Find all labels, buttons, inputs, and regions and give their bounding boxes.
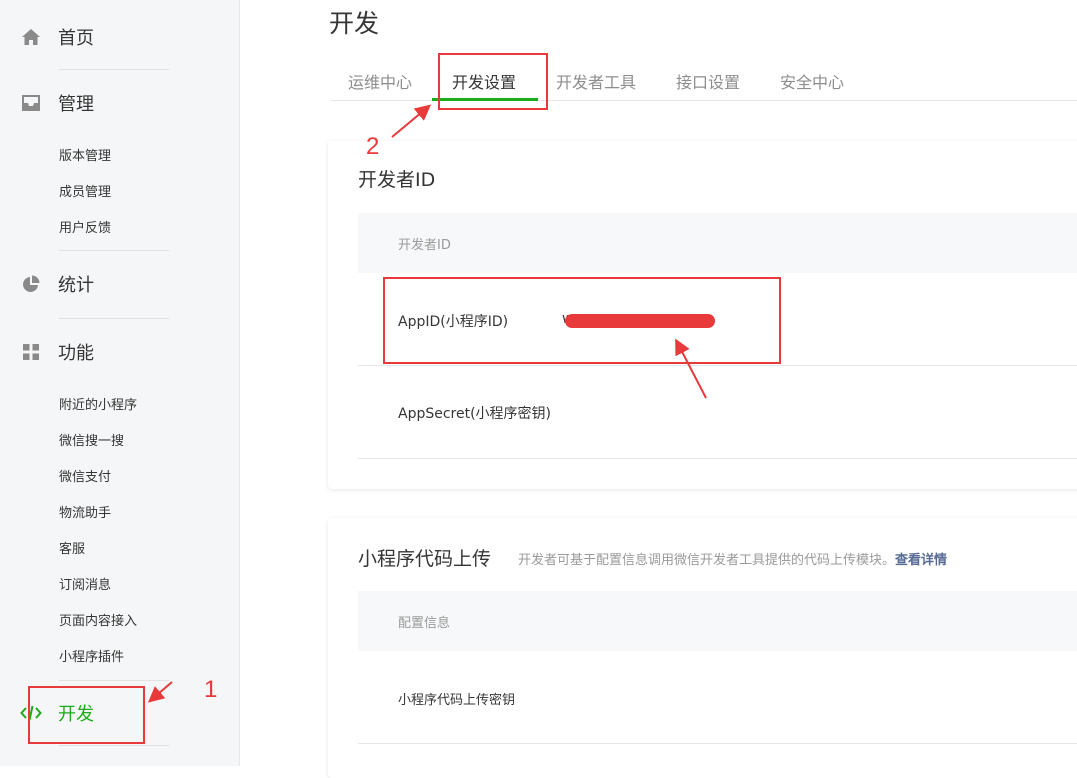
annotation-arrow-1 xyxy=(147,681,173,703)
annotation-arrows xyxy=(147,104,707,703)
annotation-arrow-2 xyxy=(391,104,432,138)
annotation-arrow-appid xyxy=(675,338,707,399)
